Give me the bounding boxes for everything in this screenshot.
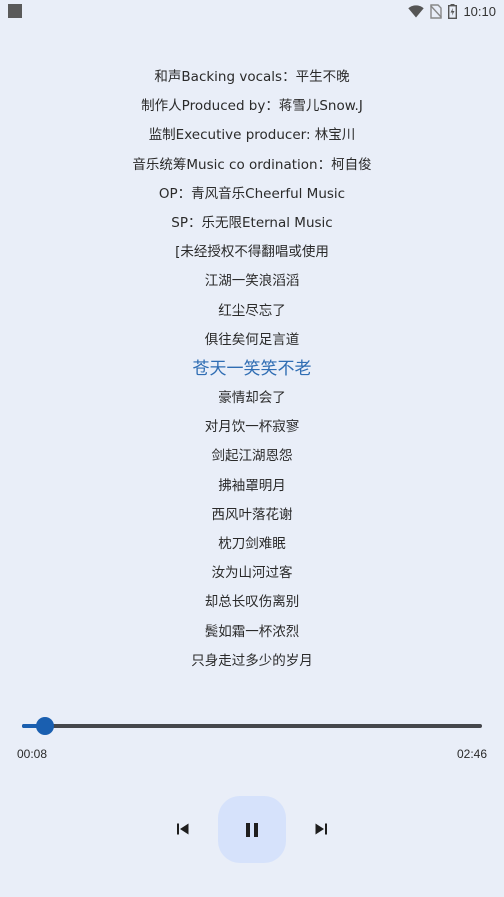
lyric-line[interactable]: 鬓如霜一杯浓烈 [0, 618, 504, 647]
pause-button[interactable] [218, 796, 286, 863]
status-time: 10:10 [463, 3, 496, 19]
lyric-line[interactable]: 剑起江湖恩怨 [0, 442, 504, 471]
lyric-line[interactable]: 只身走过多少的岁月 [0, 647, 504, 676]
notification-square-icon [8, 4, 22, 18]
lyric-line[interactable]: 汝为山河过客 [0, 559, 504, 588]
lyric-line[interactable]: 却总长叹伤离别 [0, 588, 504, 617]
pause-icon [246, 822, 258, 837]
total-time: 02:46 [456, 747, 487, 761]
next-button[interactable] [308, 816, 334, 842]
progress-thumb[interactable] [36, 717, 54, 735]
skip-next-icon [315, 823, 327, 835]
progress-track[interactable] [22, 724, 482, 728]
lyric-line[interactable]: 西风叶落花谢 [0, 501, 504, 530]
lyric-line[interactable]: 俱往矣何足言道 [0, 326, 504, 355]
playback-controls [0, 796, 504, 863]
skip-previous-icon [177, 823, 189, 835]
lyrics-list[interactable]: 和声Backing vocals：平生不晚 制作人Produced by：蒋雪儿S… [0, 63, 504, 676]
status-icons: 10:10 [408, 2, 496, 20]
lyric-line[interactable]: 和声Backing vocals：平生不晚 [0, 63, 504, 92]
lyric-line[interactable]: 音乐统筹Music co ordination：柯自俊 [0, 151, 504, 180]
progress-slider[interactable] [22, 716, 482, 736]
previous-button[interactable] [170, 816, 196, 842]
lyric-line[interactable]: 监制Executive producer: 林宝川 [0, 121, 504, 150]
wifi-icon [408, 4, 425, 17]
lyric-line[interactable]: 红尘尽忘了 [0, 297, 504, 326]
lyric-line[interactable]: 对月饮一杯寂寥 [0, 413, 504, 442]
lyric-line[interactable]: 江湖一笑浪滔滔 [0, 267, 504, 296]
lyric-line[interactable]: [未经授权不得翻唱或使用 [0, 238, 504, 267]
no-sim-icon [430, 3, 443, 19]
lyric-line-current[interactable]: 苍天一笑笑不老 [0, 355, 504, 384]
lyric-line[interactable]: 豪情却会了 [0, 384, 504, 413]
lyric-line[interactable]: OP：青风音乐Cheerful Music [0, 180, 504, 209]
elapsed-time: 00:08 [17, 747, 48, 761]
lyric-line[interactable]: 制作人Produced by：蒋雪儿Snow.J [0, 92, 504, 121]
status-bar: 10:10 [0, 0, 504, 22]
lyric-line[interactable]: SP：乐无限Eternal Music [0, 209, 504, 238]
lyric-line[interactable]: 枕刀剑难眠 [0, 530, 504, 559]
battery-icon [448, 3, 458, 19]
lyric-line[interactable]: 拂袖罩明月 [0, 472, 504, 501]
